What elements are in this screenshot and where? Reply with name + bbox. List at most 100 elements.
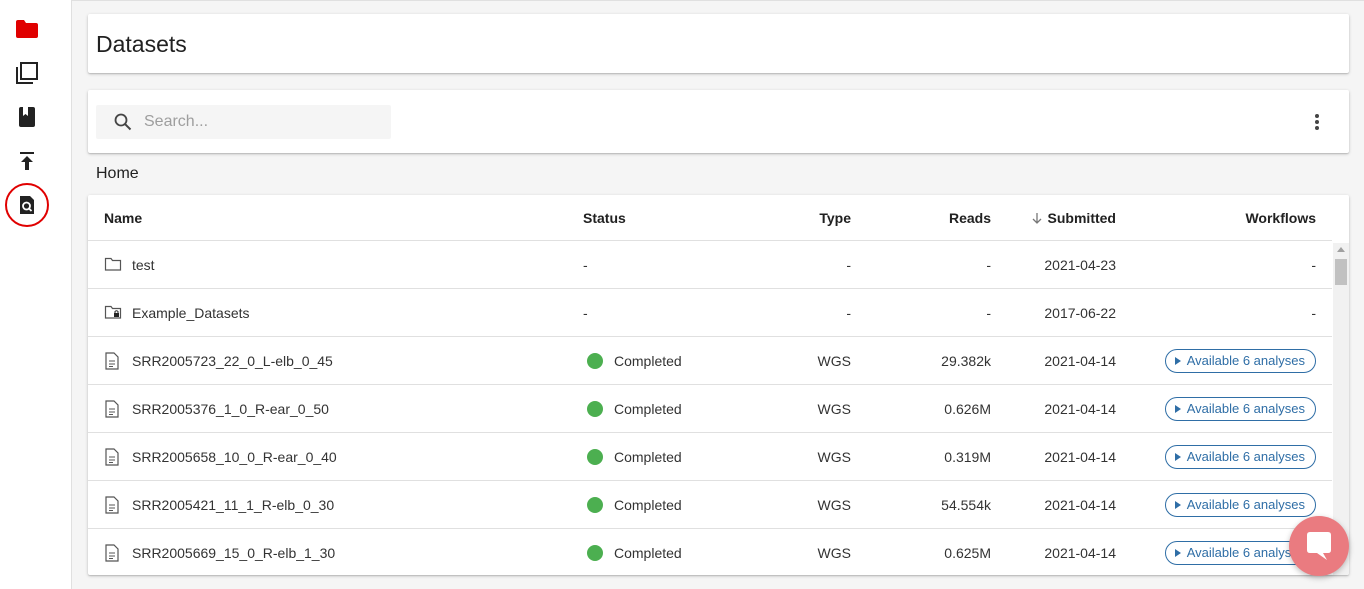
row-status: - (583, 241, 783, 288)
row-status-label: Completed (614, 400, 682, 417)
column-header-submitted-label: Submitted (1047, 209, 1116, 226)
table-row[interactable]: test - - - 2021-04-23 - (88, 241, 1332, 289)
chat-bubble-icon (1307, 532, 1331, 560)
book-icon (19, 107, 35, 127)
row-status: Completed (583, 385, 783, 432)
row-workflows: Available 6 analyses (1128, 433, 1316, 480)
column-header-type[interactable]: Type (788, 195, 851, 240)
search-box[interactable] (96, 105, 391, 139)
play-icon (1174, 500, 1181, 509)
folder-icon (104, 256, 122, 274)
file-icon (104, 543, 122, 562)
row-name-cell[interactable]: SRR2005669_15_0_R-elb_1_30 (104, 529, 574, 575)
row-type: WGS (817, 400, 851, 417)
main-content: Datasets Home Name Status Type Reads (88, 0, 1349, 589)
play-icon (1174, 548, 1181, 557)
row-name-cell[interactable]: Example_Datasets (104, 289, 574, 336)
row-status-label: Completed (614, 448, 682, 465)
scroll-thumb[interactable] (1335, 259, 1347, 285)
column-header-reads[interactable]: Reads (858, 195, 991, 240)
folder-icon (16, 20, 38, 38)
row-status: Completed (583, 433, 783, 480)
row-reads: 54.554k (941, 496, 991, 513)
breadcrumb-home[interactable]: Home (96, 165, 139, 182)
status-completed-icon (587, 400, 603, 417)
available-analyses-button[interactable]: Available 6 analyses (1164, 348, 1316, 373)
more-options-button[interactable] (1305, 110, 1329, 134)
row-name[interactable]: SRR2005723_22_0_L-elb_0_45 (132, 353, 333, 369)
locked-folder-icon (104, 304, 122, 322)
available-analyses-button[interactable]: Available 6 analyses (1164, 444, 1316, 469)
row-status-label: Completed (614, 352, 682, 369)
status-completed-icon (587, 448, 603, 465)
play-icon (1174, 356, 1181, 365)
file-icon (104, 399, 122, 418)
file-icon (104, 447, 122, 466)
row-submitted: 2021-04-14 (1044, 352, 1116, 369)
status-completed-icon (587, 352, 603, 369)
row-name-cell[interactable]: SRR2005658_10_0_R-ear_0_40 (104, 433, 574, 480)
sidebar-item-upload[interactable] (13, 147, 41, 175)
row-name-cell[interactable]: SRR2005421_11_1_R-elb_0_30 (104, 481, 574, 528)
title-card: Datasets (88, 14, 1349, 73)
row-workflows-empty: - (1311, 256, 1316, 273)
row-name-cell[interactable]: SRR2005723_22_0_L-elb_0_45 (104, 337, 574, 384)
row-workflows: Available 6 analyses (1128, 529, 1316, 575)
table-row[interactable]: SRR2005376_1_0_R-ear_0_50 Completed WGS 0.6… (88, 385, 1332, 433)
sidebar-item-search-analyses[interactable] (5, 183, 49, 227)
row-reads: 0.626M (944, 400, 991, 417)
row-status-label: Completed (614, 544, 682, 561)
file-icon (104, 495, 122, 514)
row-name[interactable]: test (132, 257, 155, 273)
column-header-status[interactable]: Status (583, 195, 783, 240)
table-row[interactable]: SRR2005421_11_1_R-elb_0_30 Completed WGS 54… (88, 481, 1332, 529)
available-analyses-label: Available 6 analyses (1186, 401, 1305, 416)
table-row[interactable]: SRR2005669_15_0_R-elb_1_30 Completed WGS 0.… (88, 529, 1332, 575)
upload-icon (20, 152, 34, 170)
row-type: - (846, 256, 851, 273)
row-submitted: 2021-04-23 (1044, 256, 1116, 273)
datasets-table: Name Status Type Reads Submitted Workflo… (88, 195, 1349, 575)
sidebar-item-library[interactable] (13, 103, 41, 131)
row-submitted: 2021-04-14 (1044, 448, 1116, 465)
table-row[interactable]: SRR2005658_10_0_R-ear_0_40 Completed WGS 0.… (88, 433, 1332, 481)
collections-icon (16, 62, 38, 84)
row-name[interactable]: SRR2005669_15_0_R-elb_1_30 (132, 545, 335, 561)
table-row[interactable]: Example_Datasets - - - 2017-06-22 - (88, 289, 1332, 337)
row-name[interactable]: Example_Datasets (132, 305, 250, 321)
row-reads: 0.319M (944, 448, 991, 465)
row-name[interactable]: SRR2005658_10_0_R-ear_0_40 (132, 449, 337, 465)
table-header: Name Status Type Reads Submitted Workflo… (88, 195, 1332, 241)
sidebar-item-collections[interactable] (13, 59, 41, 87)
row-type: WGS (817, 544, 851, 561)
status-completed-icon (587, 496, 603, 513)
available-analyses-label: Available 6 analyses (1186, 545, 1305, 560)
scroll-up-arrow-icon[interactable] (1337, 247, 1345, 252)
row-name-cell[interactable]: SRR2005376_1_0_R-ear_0_50 (104, 385, 574, 432)
row-reads: - (986, 256, 991, 273)
file-icon (104, 351, 122, 370)
row-name[interactable]: SRR2005421_11_1_R-elb_0_30 (132, 497, 334, 513)
row-name-cell[interactable]: test (104, 241, 574, 288)
row-type: - (846, 304, 851, 321)
available-analyses-button[interactable]: Available 6 analyses (1164, 492, 1316, 517)
row-status: - (583, 289, 783, 336)
row-status-label: - (583, 304, 588, 321)
available-analyses-button[interactable]: Available 6 analyses (1164, 396, 1316, 421)
search-icon (114, 113, 132, 131)
row-name[interactable]: SRR2005376_1_0_R-ear_0_50 (132, 401, 329, 417)
more-vert-icon (1315, 114, 1319, 130)
row-workflows: Available 6 analyses (1128, 337, 1316, 384)
column-header-submitted[interactable]: Submitted (998, 195, 1116, 240)
search-input[interactable] (144, 105, 384, 139)
row-workflows: - (1128, 241, 1316, 288)
row-status: Completed (583, 481, 783, 528)
table-row[interactable]: SRR2005723_22_0_L-elb_0_45 Completed WGS 29… (88, 337, 1332, 385)
chat-button[interactable] (1289, 516, 1349, 576)
sidebar-item-datasets[interactable] (13, 15, 41, 43)
search-document-icon (20, 196, 34, 214)
column-header-name[interactable]: Name (104, 195, 574, 240)
breadcrumb[interactable]: Home (96, 165, 139, 183)
row-submitted: 2021-04-14 (1044, 544, 1116, 561)
row-workflows: Available 6 analyses (1128, 385, 1316, 432)
